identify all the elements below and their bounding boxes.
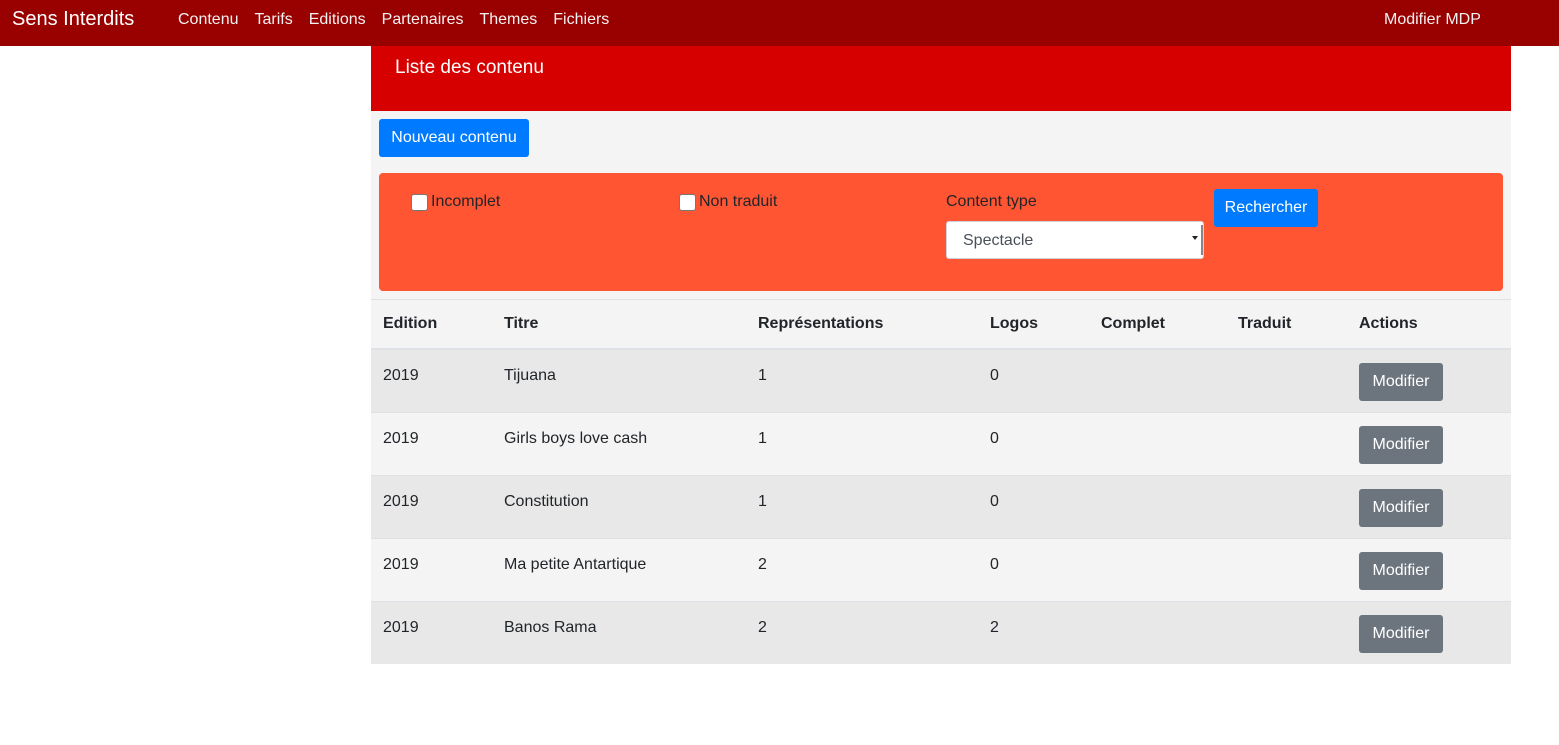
actions-cell: Modifier: [1347, 538, 1511, 602]
dropdown-arrow-icon: [1192, 236, 1198, 240]
table-row: 2019 Tijuana 1 0 Modifier: [371, 348, 1511, 413]
representations-cell: 1: [746, 412, 978, 476]
column-header-actions: Actions: [1347, 299, 1511, 350]
column-header-titre: Titre: [492, 299, 746, 350]
complete-cell: [1089, 601, 1226, 664]
actions-cell: Modifier: [1347, 475, 1511, 539]
complete-cell: [1089, 475, 1226, 539]
select-scrollbar: [1201, 225, 1203, 255]
edit-button[interactable]: Modifier: [1359, 426, 1443, 464]
column-header-traduit: Traduit: [1226, 299, 1347, 350]
actions-cell: Modifier: [1347, 412, 1511, 476]
edition-cell: 2019: [371, 475, 492, 539]
title-cell: Banos Rama: [492, 601, 746, 664]
filter-form: Incomplet Non traduit Content type Spect…: [379, 173, 1503, 291]
complete-cell: [1089, 412, 1226, 476]
new-content-button[interactable]: Nouveau contenu: [379, 119, 529, 157]
translated-cell: [1226, 412, 1347, 476]
representations-cell: 2: [746, 538, 978, 602]
nav-menu: Contenu Tarifs Editions Partenaires Them…: [178, 10, 609, 30]
nav-link-editions[interactable]: Editions: [309, 10, 366, 30]
edition-cell: 2019: [371, 538, 492, 602]
table-row: 2019 Constitution 1 0 Modifier: [371, 475, 1511, 539]
change-password-link[interactable]: Modifier MDP: [1384, 10, 1481, 30]
edit-button[interactable]: Modifier: [1359, 552, 1443, 590]
edition-cell: 2019: [371, 348, 492, 413]
incomplete-checkbox[interactable]: [411, 194, 428, 211]
edit-button[interactable]: Modifier: [1359, 489, 1443, 527]
logos-cell: 0: [978, 412, 1089, 476]
untranslated-checkbox[interactable]: [679, 194, 696, 211]
nav-link-fichiers[interactable]: Fichiers: [553, 10, 609, 30]
edition-cell: 2019: [371, 601, 492, 664]
logos-cell: 0: [978, 348, 1089, 413]
representations-cell: 1: [746, 348, 978, 413]
logos-cell: 0: [978, 538, 1089, 602]
content-type-value: Spectacle: [963, 232, 1034, 249]
logos-cell: 2: [978, 601, 1089, 664]
untranslated-label: Non traduit: [699, 193, 778, 210]
incomplete-label: Incomplet: [431, 193, 501, 210]
page-title: Liste des contenu: [395, 57, 544, 78]
actions-cell: Modifier: [1347, 348, 1511, 413]
search-button[interactable]: Rechercher: [1214, 189, 1318, 227]
edition-cell: 2019: [371, 412, 492, 476]
column-header-edition: Edition: [371, 299, 492, 350]
content-type-select[interactable]: Spectacle: [946, 221, 1204, 259]
title-cell: Ma petite Antartique: [492, 538, 746, 602]
table-row: 2019 Banos Rama 2 2 Modifier: [371, 601, 1511, 664]
nav-link-partenaires[interactable]: Partenaires: [382, 10, 464, 30]
table-row: 2019 Girls boys love cash 1 0 Modifier: [371, 412, 1511, 476]
content-type-label: Content type: [946, 193, 1037, 210]
title-cell: Constitution: [492, 475, 746, 539]
brand-link[interactable]: Sens Interdits: [12, 8, 134, 30]
translated-cell: [1226, 538, 1347, 602]
top-navbar: Sens Interdits Contenu Tarifs Editions P…: [0, 0, 1559, 46]
column-header-representations: Représentations: [746, 299, 978, 350]
translated-cell: [1226, 348, 1347, 413]
actions-cell: Modifier: [1347, 601, 1511, 664]
content-panel: Liste des contenu Nouveau contenu Incomp…: [371, 46, 1511, 664]
table-row: 2019 Ma petite Antartique 2 0 Modifier: [371, 538, 1511, 602]
representations-cell: 1: [746, 475, 978, 539]
nav-link-tarifs[interactable]: Tarifs: [255, 10, 293, 30]
table-header-row: Edition Titre Représentations Logos Comp…: [371, 299, 1511, 350]
title-cell: Tijuana: [492, 348, 746, 413]
representations-cell: 2: [746, 601, 978, 664]
panel-header: Liste des contenu: [371, 46, 1511, 111]
complete-cell: [1089, 348, 1226, 413]
edit-button[interactable]: Modifier: [1359, 363, 1443, 401]
edit-button[interactable]: Modifier: [1359, 615, 1443, 653]
logos-cell: 0: [978, 475, 1089, 539]
content-table: Edition Titre Représentations Logos Comp…: [371, 299, 1511, 664]
complete-cell: [1089, 538, 1226, 602]
nav-link-themes[interactable]: Themes: [479, 10, 537, 30]
column-header-logos: Logos: [978, 299, 1089, 350]
translated-cell: [1226, 475, 1347, 539]
translated-cell: [1226, 601, 1347, 664]
title-cell: Girls boys love cash: [492, 412, 746, 476]
column-header-complet: Complet: [1089, 299, 1226, 350]
nav-link-contenu[interactable]: Contenu: [178, 10, 239, 30]
